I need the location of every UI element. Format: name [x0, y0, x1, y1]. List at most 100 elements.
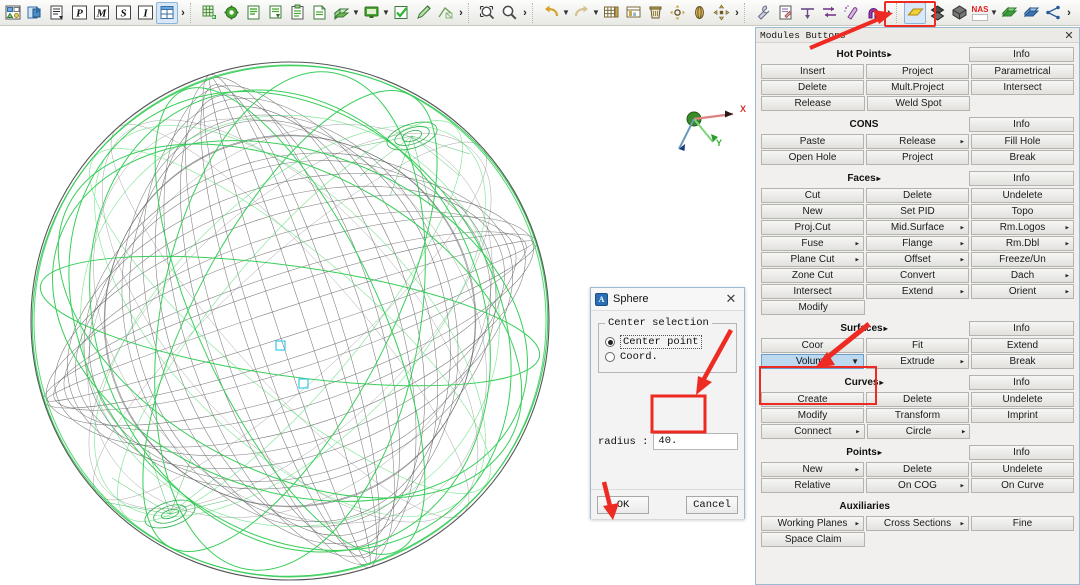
- button-faces-set-pid[interactable]: Set PID: [866, 204, 969, 219]
- move-icon[interactable]: [666, 2, 688, 24]
- overflow-chevron[interactable]: ›: [732, 7, 742, 19]
- button-curves-transform[interactable]: Transform: [866, 408, 969, 423]
- button-auxiliaries-fine[interactable]: Fine: [971, 516, 1074, 531]
- chevron-down-icon[interactable]: ▼: [990, 8, 998, 17]
- magnet-icon[interactable]: [862, 2, 884, 24]
- button-faces-offset[interactable]: Offset ▸: [866, 252, 969, 267]
- radio-coord-indicator[interactable]: [605, 352, 615, 362]
- import-icon[interactable]: [24, 2, 46, 24]
- page-icon[interactable]: [308, 2, 330, 24]
- button-curves-imprint[interactable]: Imprint: [971, 408, 1074, 423]
- property-p-icon[interactable]: P: [68, 2, 90, 24]
- chevron-down-icon[interactable]: ▼: [382, 8, 390, 17]
- property-i-icon[interactable]: I: [134, 2, 156, 24]
- submenu-arrow-icon[interactable]: ▸: [960, 520, 964, 527]
- submenu-arrow-icon[interactable]: ▸: [1065, 288, 1069, 295]
- zoom-window-icon[interactable]: [476, 2, 498, 24]
- button-auxiliaries-cross-sections[interactable]: Cross Sections ▸: [866, 516, 969, 531]
- button-hot-points-mult-project[interactable]: Mult.Project: [866, 80, 969, 95]
- button-surfaces-extrude[interactable]: Extrude ▸: [866, 354, 969, 369]
- mesh-add-icon[interactable]: [198, 2, 220, 24]
- button-faces-new[interactable]: New: [761, 204, 864, 219]
- property-s-icon[interactable]: S: [112, 2, 134, 24]
- button-cons-paste[interactable]: Paste: [761, 134, 864, 149]
- ok-button[interactable]: OK: [597, 495, 649, 514]
- submenu-arrow-icon[interactable]: ▸: [960, 256, 964, 263]
- redo-icon[interactable]: [570, 2, 592, 24]
- display-dropdown-icon[interactable]: [360, 2, 382, 24]
- button-faces-extend[interactable]: Extend ▸: [866, 284, 969, 299]
- submenu-arrow-icon[interactable]: ▸: [960, 482, 964, 489]
- button-hot-points-intersect[interactable]: Intersect: [971, 80, 1074, 95]
- submenu-arrow-icon[interactable]: ▸: [960, 138, 964, 145]
- button-curves-modify[interactable]: Modify: [761, 408, 864, 423]
- submenu-arrow-icon[interactable]: ▸: [960, 240, 964, 247]
- button-hot-points-weld-spot[interactable]: Weld Spot: [866, 96, 971, 111]
- sphere-dialog[interactable]: A Sphere ✕ Center selection Center point…: [590, 287, 745, 519]
- document-green-icon[interactable]: [242, 2, 264, 24]
- document-down-icon[interactable]: [264, 2, 286, 24]
- overflow-chevron[interactable]: ›: [1064, 7, 1074, 19]
- button-faces-cut[interactable]: Cut: [761, 188, 864, 203]
- radio-center-point[interactable]: Center point: [605, 335, 730, 349]
- zoom-icon[interactable]: [498, 2, 520, 24]
- property-m-icon[interactable]: M: [90, 2, 112, 24]
- button-cons-info[interactable]: Info: [969, 117, 1074, 132]
- grid-icon[interactable]: [600, 2, 622, 24]
- button-curves-delete[interactable]: Delete: [866, 392, 969, 407]
- shape-dropdown-icon[interactable]: [330, 2, 352, 24]
- solid-mesh-icon[interactable]: [948, 2, 970, 24]
- submenu-arrow-icon[interactable]: ▸: [856, 428, 860, 435]
- button-hot-points-info[interactable]: Info: [969, 47, 1074, 62]
- overflow-chevron[interactable]: ›: [178, 7, 188, 19]
- submenu-arrow-icon[interactable]: ▸: [960, 224, 964, 231]
- button-curves-undelete[interactable]: Undelete: [971, 392, 1074, 407]
- button-hot-points-release[interactable]: Release: [761, 96, 865, 111]
- button-faces-mid-surface[interactable]: Mid.Surface ▸: [866, 220, 969, 235]
- button-points-delete[interactable]: Delete: [866, 462, 969, 477]
- button-surfaces-break[interactable]: Break: [971, 354, 1074, 369]
- button-points-info[interactable]: Info: [969, 445, 1074, 460]
- volume-blue-icon[interactable]: [1020, 2, 1042, 24]
- cancel-button[interactable]: Cancel: [686, 495, 738, 514]
- button-faces-orient[interactable]: Orient ▸: [971, 284, 1074, 299]
- button-faces-fuse[interactable]: Fuse ▸: [761, 236, 864, 251]
- surface-yellow-icon[interactable]: [904, 1, 926, 24]
- swap-icon[interactable]: [818, 2, 840, 24]
- submenu-arrow-icon[interactable]: ▸: [1065, 272, 1069, 279]
- button-hot-points-project[interactable]: Project: [866, 64, 969, 79]
- button-cons-fill-hole[interactable]: Fill Hole: [971, 134, 1074, 149]
- button-hot-points-delete[interactable]: Delete: [761, 80, 864, 95]
- button-faces-rm-logos[interactable]: Rm.Logos ▸: [971, 220, 1074, 235]
- delete-trash-icon[interactable]: [644, 2, 666, 24]
- submenu-arrow-icon[interactable]: ▸: [960, 358, 964, 365]
- button-auxiliaries-working-planes[interactable]: Working Planes ▸: [761, 516, 864, 531]
- table-icon[interactable]: [156, 1, 178, 24]
- submenu-arrow-icon[interactable]: ▸: [960, 288, 964, 295]
- button-points-relative[interactable]: Relative: [761, 478, 864, 493]
- button-surfaces-extend[interactable]: Extend: [971, 338, 1074, 353]
- button-surfaces-volume[interactable]: Volume ▼: [761, 354, 864, 369]
- align-icon[interactable]: [796, 2, 818, 24]
- button-faces-convert[interactable]: Convert: [866, 268, 969, 283]
- chevron-down-icon[interactable]: ▼: [352, 8, 360, 17]
- button-curves-circle[interactable]: Circle ▸: [866, 424, 971, 439]
- table-edit-icon[interactable]: [622, 2, 644, 24]
- button-faces-info[interactable]: Info: [969, 171, 1074, 186]
- submenu-arrow-icon[interactable]: ▸: [855, 256, 859, 263]
- button-auxiliaries-space-claim[interactable]: Space Claim: [761, 532, 866, 547]
- button-surfaces-info[interactable]: Info: [969, 321, 1074, 336]
- rotate-icon[interactable]: [688, 2, 710, 24]
- button-faces-intersect[interactable]: Intersect: [761, 284, 864, 299]
- button-faces-topo[interactable]: Topo: [971, 204, 1074, 219]
- submenu-arrow-icon[interactable]: ▸: [855, 520, 859, 527]
- button-faces-dach[interactable]: Dach ▸: [971, 268, 1074, 283]
- button-faces-zone-cut[interactable]: Zone Cut: [761, 268, 864, 283]
- button-faces-rm-dbl[interactable]: Rm.Dbl ▸: [971, 236, 1074, 251]
- submenu-arrow-icon[interactable]: ▸: [962, 428, 966, 435]
- button-points-undelete[interactable]: Undelete: [971, 462, 1074, 477]
- nas-icon[interactable]: NAS: [970, 2, 990, 24]
- button-faces-plane-cut[interactable]: Plane Cut ▸: [761, 252, 864, 267]
- check-icon[interactable]: [390, 2, 412, 24]
- chevron-down-icon[interactable]: ▼: [851, 357, 859, 366]
